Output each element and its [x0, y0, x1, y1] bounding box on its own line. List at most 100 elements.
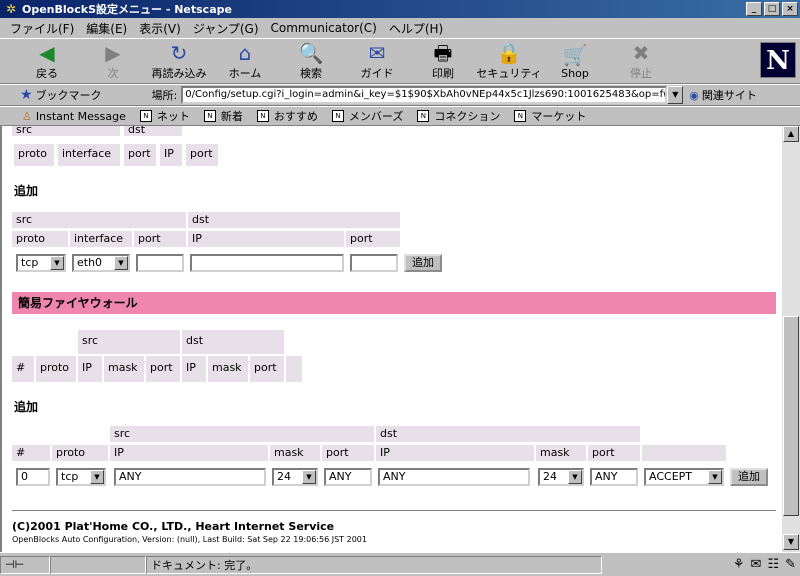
add2-src-header: src	[110, 426, 374, 442]
add2-src-mask-select[interactable]: 24 ▼	[272, 468, 318, 486]
guide-icon: ✉	[368, 41, 386, 65]
add2-col-dst-ip: IP	[376, 445, 534, 461]
search-button[interactable]: 🔍 検索	[278, 39, 344, 83]
news-icon[interactable]: ☷	[767, 557, 779, 572]
page-content: src dst proto interface port IP port 追加 …	[0, 126, 782, 552]
menu-go[interactable]: ジャンプ(G)	[187, 20, 265, 37]
add1-dst-header: dst	[188, 212, 400, 228]
chevron-down-icon: ▼	[568, 470, 582, 484]
home-button[interactable]: ⌂ ホーム	[212, 39, 278, 83]
add1-col-port: port	[134, 231, 186, 247]
navigator-icon[interactable]: ⚘	[733, 557, 745, 572]
chevron-down-icon: ▼	[50, 256, 64, 270]
url-dropdown-button[interactable]: ▼	[667, 86, 684, 104]
add2-src-ip-input[interactable]: ANY	[114, 468, 266, 486]
guide-button[interactable]: ✉ ガイド	[344, 39, 410, 83]
top-col-interface: interface	[58, 144, 120, 166]
location-bar: ★ ブックマーク 場所: 0/Config/setup.cgi?i_login=a…	[0, 84, 800, 106]
top-col-port: port	[124, 144, 156, 166]
add2-num-input[interactable]: 0	[16, 468, 50, 486]
fw-col-num: #	[12, 356, 34, 382]
add-heading-1: 追加	[14, 184, 39, 198]
print-button[interactable]: 🖶 印刷	[410, 39, 476, 83]
netscape-logo[interactable]: N	[760, 42, 796, 78]
copyright-text: (C)2001 Plat'Home CO., LTD., Heart Inter…	[12, 520, 335, 533]
location-label: 場所:	[151, 89, 178, 102]
connection-icon: ⊣⊢	[5, 558, 25, 571]
footer-divider	[12, 510, 776, 512]
add1-dst-ip-input[interactable]	[190, 254, 344, 272]
menu-help[interactable]: ヘルプ(H)	[383, 20, 449, 37]
add2-dst-port-input[interactable]: ANY	[590, 468, 638, 486]
add2-col-src-mask: mask	[270, 445, 320, 461]
stop-button[interactable]: ✖ 停止	[608, 39, 674, 83]
bookmark-icon: ★	[20, 87, 33, 103]
add2-col-num: #	[12, 445, 50, 461]
mail-icon[interactable]: ✉	[751, 557, 762, 572]
add2-dst-ip-input[interactable]: ANY	[378, 468, 530, 486]
add1-col-interface: interface	[70, 231, 132, 247]
top-col-dst-port: port	[186, 144, 218, 166]
add2-col-proto: proto	[52, 445, 108, 461]
scroll-up-icon[interactable]: ▲	[783, 126, 799, 142]
personal-market[interactable]: N マーケット	[514, 108, 586, 124]
search-icon: 🔍	[298, 41, 324, 65]
add1-col-dst-port: port	[346, 231, 400, 247]
composer-icon[interactable]: ✎	[785, 557, 796, 572]
personal-members[interactable]: N メンバーズ	[331, 108, 403, 124]
add2-col-dst-port: port	[588, 445, 640, 461]
fw-col-dst-ip: IP	[182, 356, 206, 382]
bookmark-page-icon: N	[256, 110, 269, 122]
add2-col-src-ip: IP	[110, 445, 268, 461]
personal-net[interactable]: N ネット	[139, 108, 190, 124]
top-col-ip: IP	[160, 144, 182, 166]
add1-dst-port-input[interactable]	[350, 254, 398, 272]
stop-icon: ✖	[632, 41, 650, 65]
close-button[interactable]: ×	[782, 2, 798, 16]
scroll-down-icon[interactable]: ▼	[783, 534, 799, 550]
window-title: OpenBlockS設定メニュー - Netscape	[22, 3, 232, 16]
bookmark-page-icon: N	[417, 110, 430, 122]
fw-col-proto: proto	[36, 356, 76, 382]
app-icon: ✲	[5, 2, 17, 16]
bookmarks-button[interactable]: ★ ブックマーク	[20, 87, 102, 103]
chevron-down-icon: ▼	[114, 256, 128, 270]
scroll-thumb[interactable]	[783, 316, 799, 516]
add1-src-port-input[interactable]	[136, 254, 184, 272]
menu-view[interactable]: 表示(V)	[133, 20, 187, 37]
minimize-button[interactable]: _	[746, 2, 762, 16]
add1-add-button[interactable]: 追加	[404, 254, 442, 272]
add1-col-proto: proto	[12, 231, 68, 247]
url-input[interactable]: 0/Config/setup.cgi?i_login=admin&i_key=$…	[181, 86, 668, 104]
personal-new[interactable]: N 新着	[203, 108, 243, 124]
reload-icon: ↻	[170, 41, 188, 65]
menu-file[interactable]: ファイル(F)	[4, 20, 80, 37]
add2-src-port-input[interactable]: ANY	[324, 468, 372, 486]
add2-dst-mask-select[interactable]: 24 ▼	[538, 468, 584, 486]
related-sites-button[interactable]: ◉ 関連サイト	[689, 87, 757, 103]
add2-proto-select[interactable]: tcp ▼	[56, 468, 106, 486]
fw-src-header: src	[78, 330, 180, 354]
top-col-proto: proto	[14, 144, 54, 166]
add1-interface-select[interactable]: eth0 ▼	[72, 254, 130, 272]
menu-communicator[interactable]: Communicator(C)	[265, 21, 383, 35]
add2-col-src-port: port	[322, 445, 374, 461]
add1-proto-select[interactable]: tcp ▼	[16, 254, 66, 272]
personal-connection[interactable]: N コネクション	[417, 108, 500, 124]
reload-button[interactable]: ↻ 再読み込み	[146, 39, 212, 83]
vertical-scrollbar[interactable]: ▲ ▼	[782, 126, 800, 552]
back-button[interactable]: ◀ 戻る	[14, 39, 80, 83]
add2-action-select[interactable]: ACCEPT ▼	[644, 468, 724, 486]
add2-add-button[interactable]: 追加	[730, 468, 768, 486]
personal-recommend[interactable]: N おすすめ	[256, 108, 318, 124]
maximize-button[interactable]: □	[764, 2, 780, 16]
menu-edit[interactable]: 編集(E)	[80, 20, 133, 37]
security-button[interactable]: 🔒 セキュリティ	[476, 39, 542, 83]
person-icon: ♙	[22, 109, 32, 123]
fw-col-src-ip: IP	[78, 356, 102, 382]
status-bar: ⊣⊢ ドキュメント: 完了。 ⚘ ✉ ☷ ✎	[0, 552, 800, 576]
shop-button[interactable]: 🛒 Shop	[542, 39, 608, 83]
forward-button[interactable]: ▶ 次	[80, 39, 146, 83]
chevron-down-icon: ▼	[708, 470, 722, 484]
personal-instant-message[interactable]: ♙ Instant Message	[22, 110, 126, 123]
